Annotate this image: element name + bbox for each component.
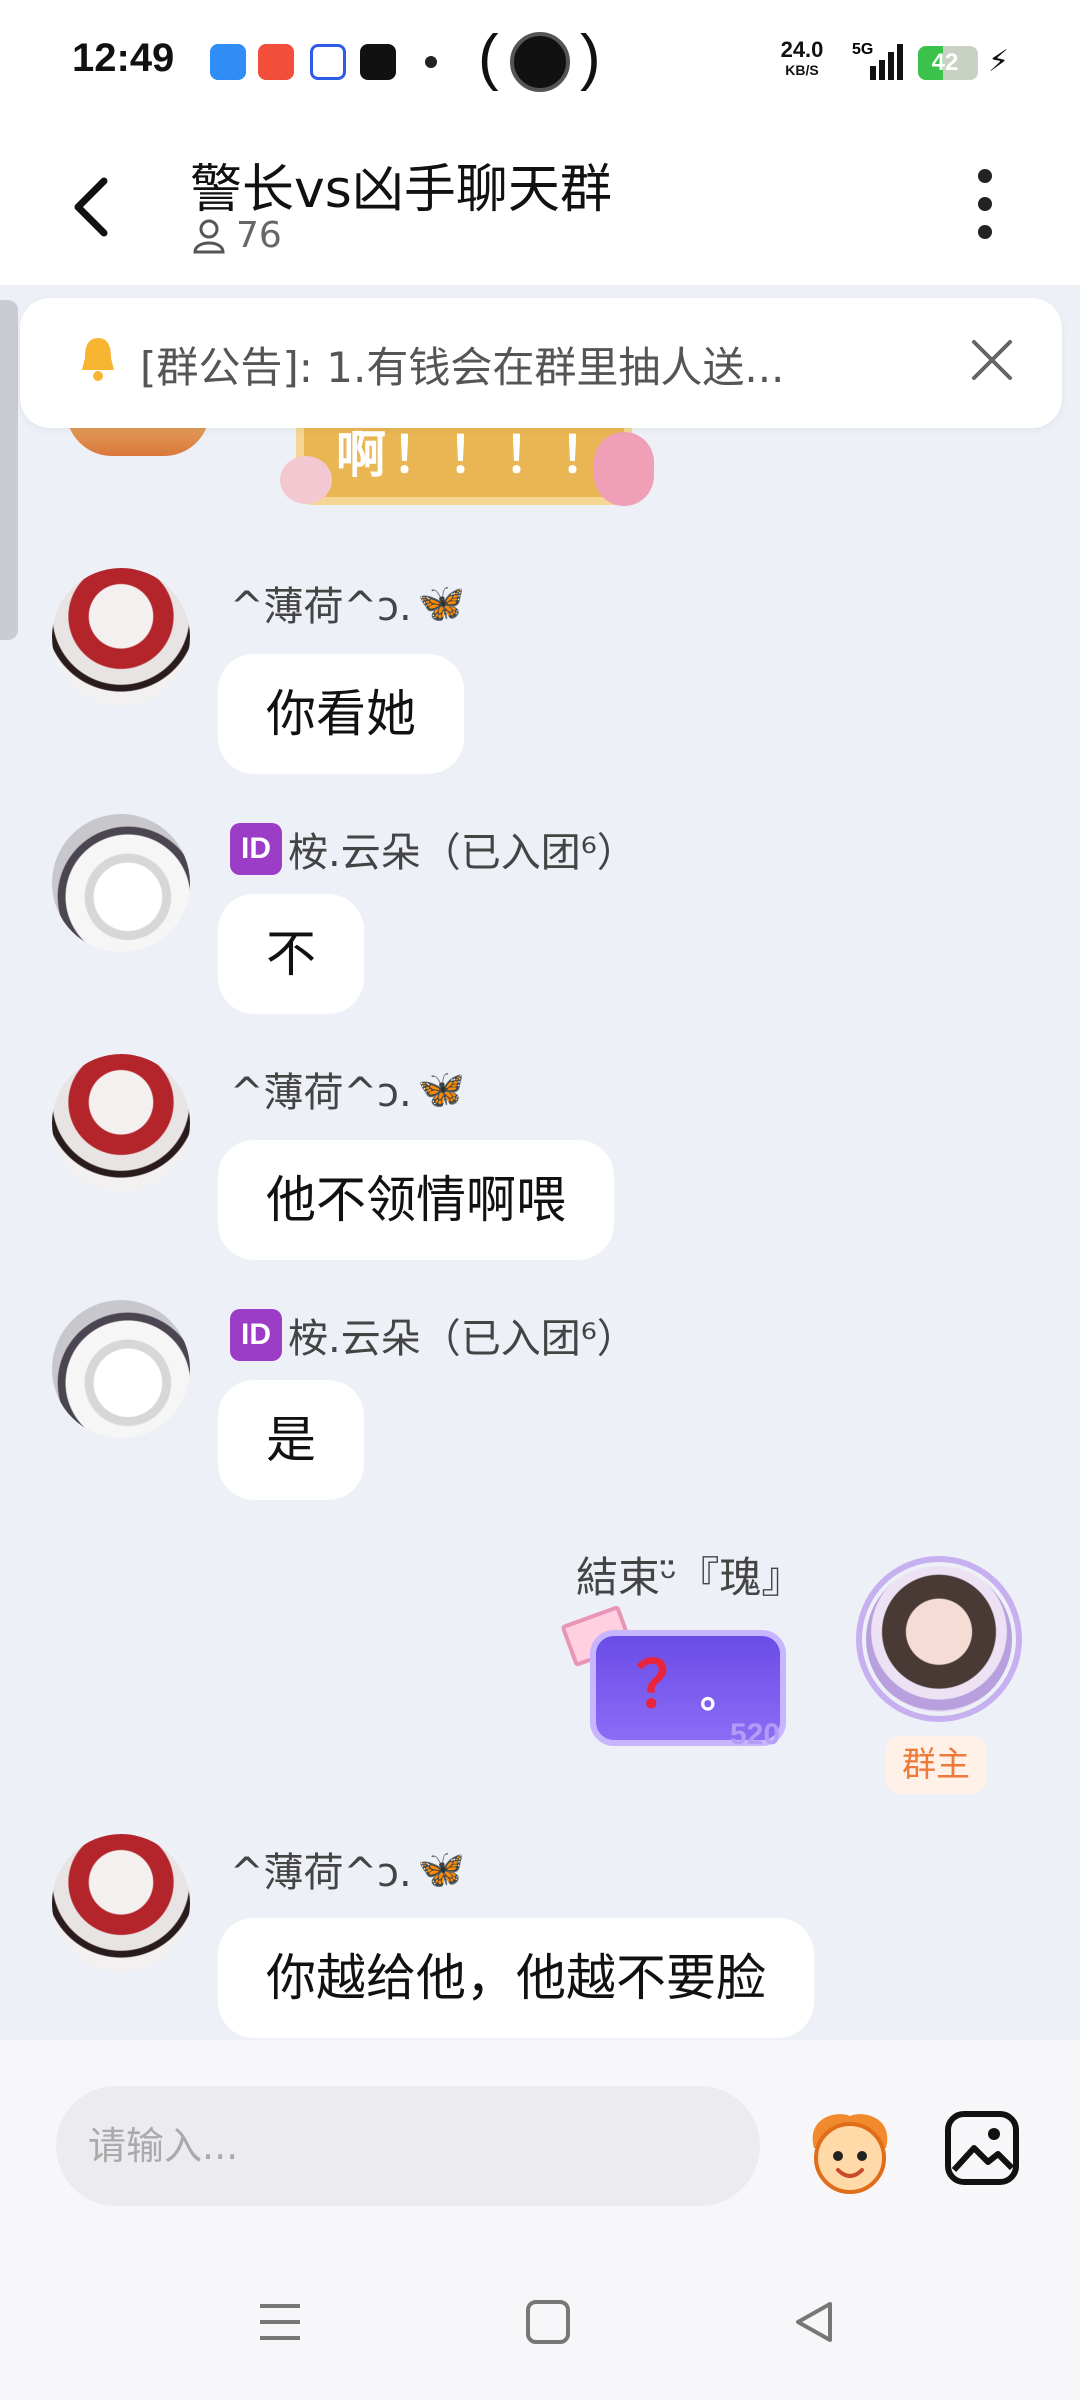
person-icon (193, 219, 225, 253)
message-bubble[interactable]: 不 (218, 894, 364, 1014)
sender-name[interactable]: ID 桉.云朵（已入团⁶） (230, 820, 637, 878)
avatar[interactable] (52, 568, 190, 706)
id-badge-icon: ID (230, 1309, 282, 1361)
message-bubble[interactable]: 他不领情啊喂 (218, 1140, 614, 1260)
message-bubble[interactable]: 是 (218, 1380, 364, 1500)
sticker-suffix: 。 (700, 1671, 740, 1717)
camera-icon (510, 32, 570, 92)
chat-header: 警长vs凶手聊天群 76 (0, 125, 1080, 285)
system-nav-bar (0, 2240, 1080, 2400)
sender-name[interactable]: ^薄荷^ↄ. 🦋 (230, 574, 465, 632)
avatar[interactable] (52, 1054, 190, 1192)
sticker-mark: 520 (730, 1718, 781, 1751)
back-triangle-icon[interactable] (790, 2298, 838, 2346)
avatar[interactable] (52, 1300, 190, 1438)
anime-character-decoration (594, 432, 654, 506)
butterfly-icon: 🦋 (417, 1846, 466, 1891)
group-title: 警长vs凶手聊天群 (190, 160, 612, 220)
butterfly-icon: 🦋 (417, 580, 466, 625)
sender-name-text: 桉.云朵（已入团⁶） (288, 830, 637, 876)
signal-icon: 5G (852, 41, 903, 80)
scroll-handle[interactable] (0, 300, 18, 640)
cake-decoration (280, 456, 332, 504)
message-bubble[interactable]: 你看她 (218, 654, 464, 774)
id-badge-icon: ID (230, 823, 282, 875)
sender-name[interactable]: ^薄荷^ↄ. 🦋 (230, 1060, 465, 1118)
home-square-icon[interactable] (524, 2298, 572, 2346)
input-bar (0, 2040, 1080, 2240)
message-bubble[interactable]: 你越给他，他越不要脸 (218, 1918, 814, 2038)
network-speed-value: 24.0 (780, 37, 824, 62)
charging-icon: ⚡ (988, 44, 1010, 79)
network-type-label: 5G (852, 41, 873, 58)
announcement-text: [群公告]: 1.有钱会在群里抽人送... (140, 343, 785, 392)
back-arrow-icon[interactable] (62, 167, 122, 247)
tiktok-app-icon (360, 44, 396, 80)
menu-icon[interactable] (256, 2298, 304, 2346)
notification-dot-icon (425, 56, 437, 68)
group-announcement[interactable]: [群公告]: 1.有钱会在群里抽人送... (20, 298, 1062, 428)
camera-island: ( ) (478, 23, 601, 92)
sticker-text: ？ (636, 1649, 700, 1723)
member-count[interactable]: 76 (192, 215, 282, 256)
emoji-icon[interactable] (800, 2108, 900, 2198)
battery-level: 42 (931, 49, 959, 76)
close-icon[interactable] (970, 338, 1014, 382)
network-speed-unit: KB/S (785, 62, 819, 78)
shopping-app-icon (258, 44, 294, 80)
sender-name[interactable]: ID 桉.云朵（已入团⁶） (230, 1306, 637, 1364)
status-bar: 12:49 ( ) 24.0 KB/S 5G 42 ⚡ (0, 0, 1080, 125)
message-input[interactable] (56, 2086, 760, 2206)
avatar[interactable] (52, 814, 190, 952)
self-avatar[interactable] (866, 1566, 1012, 1712)
sender-name-text: 桉.云朵（已入团⁶） (288, 1316, 637, 1362)
member-count-value: 76 (236, 215, 282, 256)
more-options-icon[interactable] (970, 165, 1000, 245)
sender-name-text: ^薄荷^ↄ. (230, 1070, 412, 1116)
baidu-app-icon (310, 44, 346, 80)
sender-name-text: ^薄荷^ↄ. (230, 1850, 412, 1896)
clock: 12:49 (72, 36, 175, 80)
sender-name[interactable]: ^薄荷^ↄ. 🦋 (230, 1840, 465, 1898)
group-owner-badge: 群主 (886, 1736, 986, 1794)
butterfly-icon: 🦋 (417, 1066, 466, 1111)
messages-app-icon (210, 44, 246, 80)
battery-icon: 42 (918, 46, 978, 80)
sender-name-text: ^薄荷^ↄ. (230, 584, 412, 630)
avatar[interactable] (52, 1834, 190, 1972)
network-speed: 24.0 KB/S (772, 37, 832, 80)
self-sender-name: 結束ᵕ̈『瑰』 (576, 1553, 804, 1602)
image-icon[interactable] (944, 2110, 1020, 2186)
bell-icon (82, 338, 114, 381)
